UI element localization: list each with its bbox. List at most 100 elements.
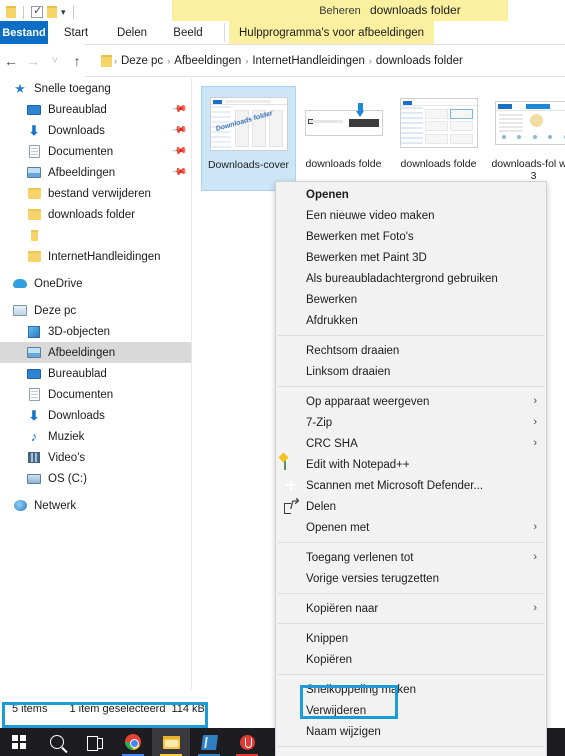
context-menu-item-bewerken-met-paint-3d[interactable]: Bewerken met Paint 3D: [276, 247, 546, 268]
properties-checkbox-icon[interactable]: [31, 4, 43, 18]
sidebar-item-label: Afbeeldingen: [48, 166, 116, 179]
sidebar-item-muziek[interactable]: ♪ Muziek: [0, 426, 192, 447]
context-menu-item-linksom-draaien[interactable]: Linksom draaien: [276, 361, 546, 382]
breadcrumb-afbeeldingen[interactable]: Afbeeldingen: [170, 55, 245, 67]
customize-caret-icon[interactable]: ▾: [61, 6, 66, 18]
context-menu-item-crc-sha[interactable]: CRC SHA ›: [276, 433, 546, 454]
breadcrumb-internethandleidingen[interactable]: InternetHandleidingen: [248, 55, 369, 67]
chevron-right-icon: ›: [533, 437, 537, 449]
breadcrumb-deze-pc[interactable]: Deze pc: [117, 55, 167, 67]
microsoft-store-icon[interactable]: [190, 728, 228, 756]
file-item[interactable]: downloads folde: [391, 86, 486, 191]
navigation-pane[interactable]: ★ Snelle toegang Bureaublad 📌 ⬇ Download…: [0, 78, 192, 690]
status-item-count: 5 items: [12, 703, 48, 715]
context-menu-item-openen[interactable]: Openen: [276, 184, 546, 205]
context-menu-item-op-apparaat-weergeven[interactable]: Op apparaat weergeven ›: [276, 391, 546, 412]
sidebar-item-documenten-qa[interactable]: Documenten 📌: [0, 141, 192, 162]
chevron-right-icon: ›: [533, 551, 537, 563]
sidebar-item-bureaublad[interactable]: Bureaublad: [0, 363, 192, 384]
context-menu-item-vorige-versies-terugzetten[interactable]: Vorige versies terugzetten: [276, 568, 546, 589]
sidebar-item-label: Netwerk: [34, 499, 77, 512]
sidebar-item-downloads-folder[interactable]: downloads folder: [0, 204, 192, 225]
sidebar-item-videos[interactable]: Video's: [0, 447, 192, 468]
sidebar-item-onedrive[interactable]: OneDrive: [0, 273, 192, 294]
pin-icon[interactable]: 📌: [170, 101, 187, 117]
sidebar-item-snelle-toegang[interactable]: ★ Snelle toegang: [0, 78, 192, 99]
context-menu-item-edit-with-notepadpp[interactable]: Edit with Notepad++: [276, 454, 546, 475]
context-menu-item-openen-met[interactable]: Openen met ›: [276, 517, 546, 538]
sidebar-item-bestand-verwijderen[interactable]: bestand verwijderen: [0, 183, 192, 204]
start-button-icon[interactable]: [0, 728, 38, 756]
sidebar-item-afbeeldingen-qa[interactable]: Afbeeldingen 📌: [0, 162, 192, 183]
desktop-icon: [26, 366, 42, 382]
sidebar-item-os-c[interactable]: OS (C:): [0, 468, 192, 489]
file-item[interactable]: Downloads folder Downloads-cover: [201, 86, 296, 191]
context-menu-item-label: Openen met: [306, 521, 370, 534]
back-icon[interactable]: ←: [0, 53, 22, 69]
recent-locations-icon[interactable]: ˅: [44, 55, 66, 67]
context-menu-item-naam-wijzigen[interactable]: Naam wijzigen: [276, 721, 546, 742]
context-menu-item-als-bureaubladachtergrond-gebruiken[interactable]: Als bureaubladachtergrond gebruiken: [276, 268, 546, 289]
sidebar-item-downloads[interactable]: ⬇ Downloads: [0, 405, 192, 426]
sidebar-item-netwerk[interactable]: Netwerk: [0, 495, 192, 516]
context-menu-item-knippen[interactable]: Knippen: [276, 628, 546, 649]
ribbon-bottom-rule: [85, 44, 565, 45]
address-bar: ← → ˅ ↑ › Deze pc › Afbeeldingen › Inter…: [0, 46, 565, 76]
forward-icon[interactable]: →: [22, 53, 44, 69]
sidebar-item-3d-objecten[interactable]: 3D-objecten: [0, 321, 192, 342]
tab-delen[interactable]: Delen: [104, 21, 160, 44]
context-menu-item-toegang-verlenen-tot[interactable]: Toegang verlenen tot ›: [276, 547, 546, 568]
pin-icon[interactable]: 📌: [170, 143, 187, 159]
sidebar-item-documenten[interactable]: Documenten: [0, 384, 192, 405]
tab-start[interactable]: Start: [48, 21, 104, 44]
file-item[interactable]: downloads-fol ws-3: [486, 86, 565, 191]
up-icon[interactable]: ↑: [66, 53, 88, 69]
context-menu-item-7-zip[interactable]: 7-Zip ›: [276, 412, 546, 433]
context-menu-item-delen[interactable]: Delen: [276, 496, 546, 517]
context-menu-item-snelkoppeling-maken[interactable]: Snelkoppeling maken: [276, 679, 546, 700]
vivaldi-icon[interactable]: [228, 728, 266, 756]
chrome-icon[interactable]: [114, 728, 152, 756]
sidebar-item-deze-pc[interactable]: Deze pc: [0, 300, 192, 321]
qat-divider-2: [72, 5, 74, 19]
share-icon: [284, 499, 299, 514]
breadcrumb[interactable]: › Deze pc › Afbeeldingen › InternetHandl…: [94, 50, 565, 72]
context-menu-item-kopieren-naar[interactable]: Kopiëren naar ›: [276, 598, 546, 619]
context-menu[interactable]: Openen Een nieuwe video maken Bewerken m…: [275, 181, 547, 756]
breadcrumb-downloads-folder[interactable]: downloads folder: [372, 55, 467, 67]
pin-icon[interactable]: 📌: [170, 164, 187, 180]
context-menu-item-bewerken[interactable]: Bewerken: [276, 289, 546, 310]
documents-icon: [26, 144, 42, 160]
file-explorer-icon[interactable]: [152, 728, 190, 756]
sidebar-item-unnamed-folder[interactable]: [0, 225, 192, 246]
tab-beeld[interactable]: Beeld: [160, 21, 216, 44]
context-menu-item-bewerken-met-fotos[interactable]: Bewerken met Foto's: [276, 226, 546, 247]
task-view-icon[interactable]: [76, 728, 114, 756]
folder-icon[interactable]: [6, 6, 16, 18]
sidebar-item-label: Bureaublad: [48, 103, 107, 116]
pin-icon[interactable]: 📌: [170, 122, 187, 138]
tab-hulpprogrammas-voor-afbeeldingen[interactable]: Hulpprogramma's voor afbeeldingen: [229, 21, 435, 44]
sidebar-item-downloads-qa[interactable]: ⬇ Downloads 📌: [0, 120, 192, 141]
tab-bestand[interactable]: Bestand: [0, 21, 48, 44]
context-menu-item-verwijderen[interactable]: Verwijderen: [276, 700, 546, 721]
downloads-icon: ⬇: [28, 122, 40, 138]
context-menu-item-rechtsom-draaien[interactable]: Rechtsom draaien: [276, 340, 546, 361]
notepadpp-icon: [284, 456, 299, 472]
context-menu-item-een-nieuwe-video-maken[interactable]: Een nieuwe video maken: [276, 205, 546, 226]
sidebar-item-afbeeldingen[interactable]: Afbeeldingen: [0, 342, 192, 363]
context-menu-item-afdrukken[interactable]: Afdrukken: [276, 310, 546, 331]
sidebar-item-label: Muziek: [48, 430, 85, 443]
new-folder-icon[interactable]: [47, 6, 57, 18]
search-icon[interactable]: [38, 728, 76, 756]
sidebar-item-internethandleidingen[interactable]: InternetHandleidingen: [0, 246, 192, 267]
qat-divider: [23, 5, 24, 19]
context-menu-item-eigenschappen[interactable]: Eigenschappen: [276, 751, 546, 756]
context-menu-item-kopieren[interactable]: Kopiëren: [276, 649, 546, 670]
file-item[interactable]: downloads folde: [296, 86, 391, 191]
context-menu-item-scannen-met-microsoft-defender[interactable]: Scannen met Microsoft Defender...: [276, 475, 546, 496]
sidebar-item-bureaublad-qa[interactable]: Bureaublad 📌: [0, 99, 192, 120]
folder-icon: [26, 207, 42, 223]
sidebar-item-label: bestand verwijderen: [48, 187, 151, 200]
desktop-icon: [26, 102, 42, 118]
